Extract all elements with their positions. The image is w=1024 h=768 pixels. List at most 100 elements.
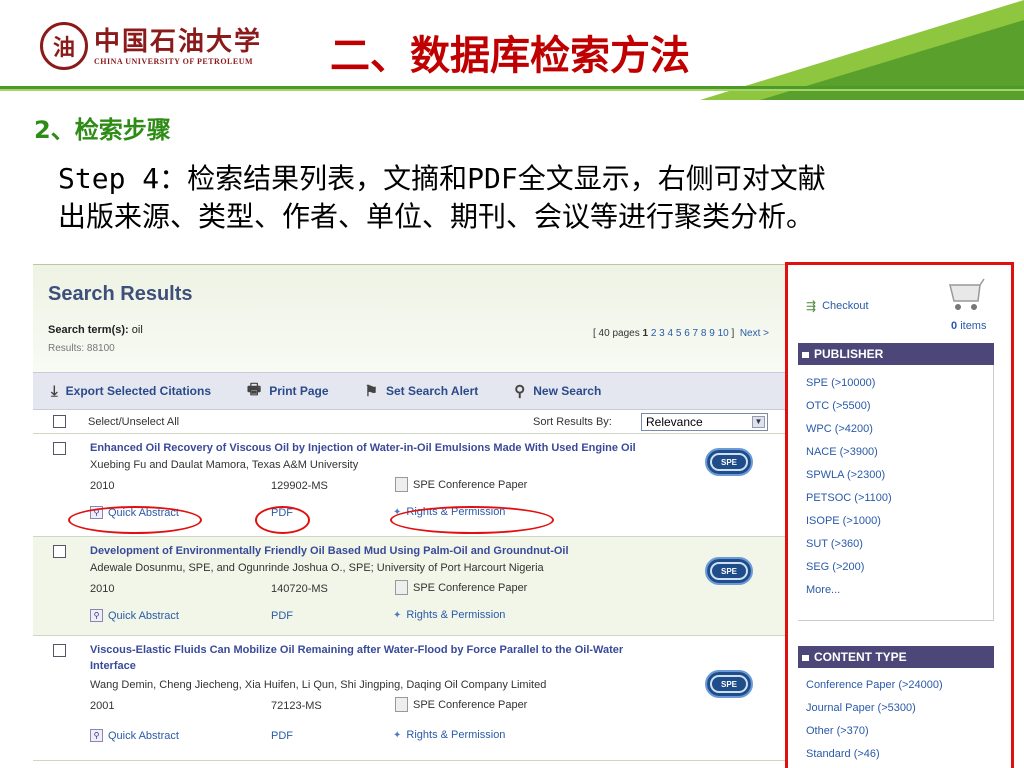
result-type: SPE Conference Paper [395,580,527,595]
step-text: Step 4：检索结果列表，文摘和PDF全文显示，右侧可对文献 出版来源、类型、… [58,160,998,236]
university-logo: 油 中国石油大学 CHINA UNIVERSITY OF PETROLEUM [40,22,262,70]
publisher-more-link[interactable]: More... [806,584,840,596]
download-icon: ⤓ [51,382,58,400]
pager-next-link[interactable]: Next > [740,328,769,339]
new-search-label: New Search [533,384,602,398]
set-search-alert-button[interactable]: ⚑ Set Search Alert [365,382,479,400]
new-search-button[interactable]: ⚲ New Search [514,382,601,400]
university-name-en: CHINA UNIVERSITY OF PETROLEUM [94,56,254,66]
key-icon: ✦ [393,609,402,621]
publisher-filter[interactable]: SEG (>200) [806,561,864,573]
publisher-filter[interactable]: ISOPE (>1000) [806,515,881,527]
pager-current: 1 [642,328,649,339]
cart-count-value: 0 [951,320,958,332]
publisher-heading-label: PUBLISHER [814,347,884,361]
chevron-down-icon: ▼ [752,416,765,428]
select-all-checkbox[interactable] [53,415,66,428]
result-year: 2010 [90,583,115,595]
content-type-filter[interactable]: Other (>370) [806,725,869,737]
quick-abstract-label: Quick Abstract [108,609,179,622]
pager-prefix: [ 40 pages [593,328,640,339]
checkout-link[interactable]: ⇶ Checkout [806,299,869,313]
publisher-filter[interactable]: OTC (>5500) [806,400,871,412]
publisher-filter[interactable]: SPE (>10000) [806,377,875,389]
publisher-filter[interactable]: PETSOC (>1100) [806,492,892,504]
result-type-label: SPE Conference Paper [413,698,528,711]
printer-icon: 🖶 [247,380,262,398]
result-year: 2010 [90,480,115,492]
sort-select[interactable]: Relevance ▼ [641,413,768,431]
rights-permission-label: Rights & Permission [406,729,506,741]
spe-logo: SPE [705,557,753,585]
magnifier-icon: ⚲ [90,729,103,742]
result-number: 140720-MS [271,583,328,595]
rights-permission-link[interactable]: ✦ Rights & Permission [393,729,505,741]
step-heading: 2、检索步骤 [34,116,171,144]
result-checkbox[interactable] [53,644,66,657]
cart-count-unit: items [960,320,987,332]
pager-pages[interactable]: 2 3 4 5 6 7 8 9 10 [651,328,729,339]
key-icon: ✦ [393,729,402,741]
document-icon [395,580,408,595]
content-type-filter[interactable]: Journal Paper (>5300) [806,702,916,714]
highlight-quick-abstract [68,506,202,534]
result-title[interactable]: Development of Environmentally Friendly … [90,543,650,559]
university-name-cn: 中国石油大学 [94,26,263,57]
result-number: 129902-MS [271,480,328,492]
publisher-filter[interactable]: NACE (>3900) [806,446,878,458]
pdf-link[interactable]: PDF [271,730,293,742]
document-icon [395,697,408,712]
result-type-label: SPE Conference Paper [413,478,528,491]
result-authors: Wang Demin, Cheng Jiecheng, Xia Huifen, … [90,679,547,691]
results-list: Enhanced Oil Recovery of Viscous Oil by … [33,434,785,761]
result-title[interactable]: Enhanced Oil Recovery of Viscous Oil by … [90,440,650,456]
sort-label: Sort Results By: [533,416,612,428]
select-all-label: Select/Unselect All [88,415,180,428]
content-type-heading[interactable]: CONTENT TYPE [798,646,994,668]
export-citations-button[interactable]: ⤓ Export Selected Citations [51,383,211,400]
search-term-label: Search term(s): [48,324,129,336]
publisher-filter[interactable]: SUT (>360) [806,538,863,550]
results-toolbar: ⤓ Export Selected Citations 🖶 Print Page ⚑… [33,372,785,410]
cart-arrow-icon: ⇶ [806,299,817,313]
pdf-link[interactable]: PDF [271,610,293,622]
highlight-pdf [255,506,310,534]
result-year: 2001 [90,700,115,712]
results-count: Results: 88100 [48,343,115,354]
search-results-title: Search Results [48,283,193,305]
magnifier-icon: ⚲ [90,609,103,622]
print-page-label: Print Page [269,384,329,398]
quick-abstract-link[interactable]: ⚲ Quick Abstract [90,609,179,622]
print-page-button[interactable]: 🖶 Print Page [247,379,329,404]
result-number: 72123-MS [271,700,322,712]
result-type-label: SPE Conference Paper [413,581,528,594]
spe-logo: SPE [705,670,753,698]
step-text-line-2: 出版来源、类型、作者、单位、期刊、会议等进行聚类分析。 [58,200,815,233]
quick-abstract-link[interactable]: ⚲ Quick Abstract [90,729,179,742]
flag-icon: ⚑ [364,383,378,400]
university-seal-icon: 油 [40,22,88,70]
result-type: SPE Conference Paper [395,697,527,712]
result-item: Viscous-Elastic Fluids Can Mobilize Oil … [33,636,785,761]
content-type-filter[interactable]: Standard (>46) [806,748,880,760]
rights-permission-link[interactable]: ✦ Rights & Permission [393,609,505,621]
result-checkbox[interactable] [53,442,66,455]
result-type: SPE Conference Paper [395,477,527,492]
content-type-filter[interactable]: Conference Paper (>24000) [806,679,943,691]
page-title: 二、数据库检索方法 [330,33,690,79]
result-authors: Adewale Dosunmu, SPE, and Ogunrinde Josh… [90,562,544,574]
publisher-filter[interactable]: WPC (>4200) [806,423,873,435]
result-item: Development of Environmentally Friendly … [33,537,785,636]
collapse-icon [802,654,809,661]
quick-abstract-label: Quick Abstract [108,729,179,742]
step-text-line-1: Step 4：检索结果列表，文摘和PDF全文显示，右侧可对文献 [58,162,826,195]
document-icon [395,477,408,492]
content-type-heading-label: CONTENT TYPE [814,650,907,664]
export-citations-label: Export Selected Citations [65,384,212,398]
result-checkbox[interactable] [53,545,66,558]
spe-logo: SPE [705,448,753,476]
publisher-filter[interactable]: SPWLA (>2300) [806,469,885,481]
publisher-heading[interactable]: PUBLISHER [798,343,994,365]
shopping-cart-icon[interactable] [948,277,988,313]
result-title[interactable]: Viscous-Elastic Fluids Can Mobilize Oil … [90,642,650,674]
